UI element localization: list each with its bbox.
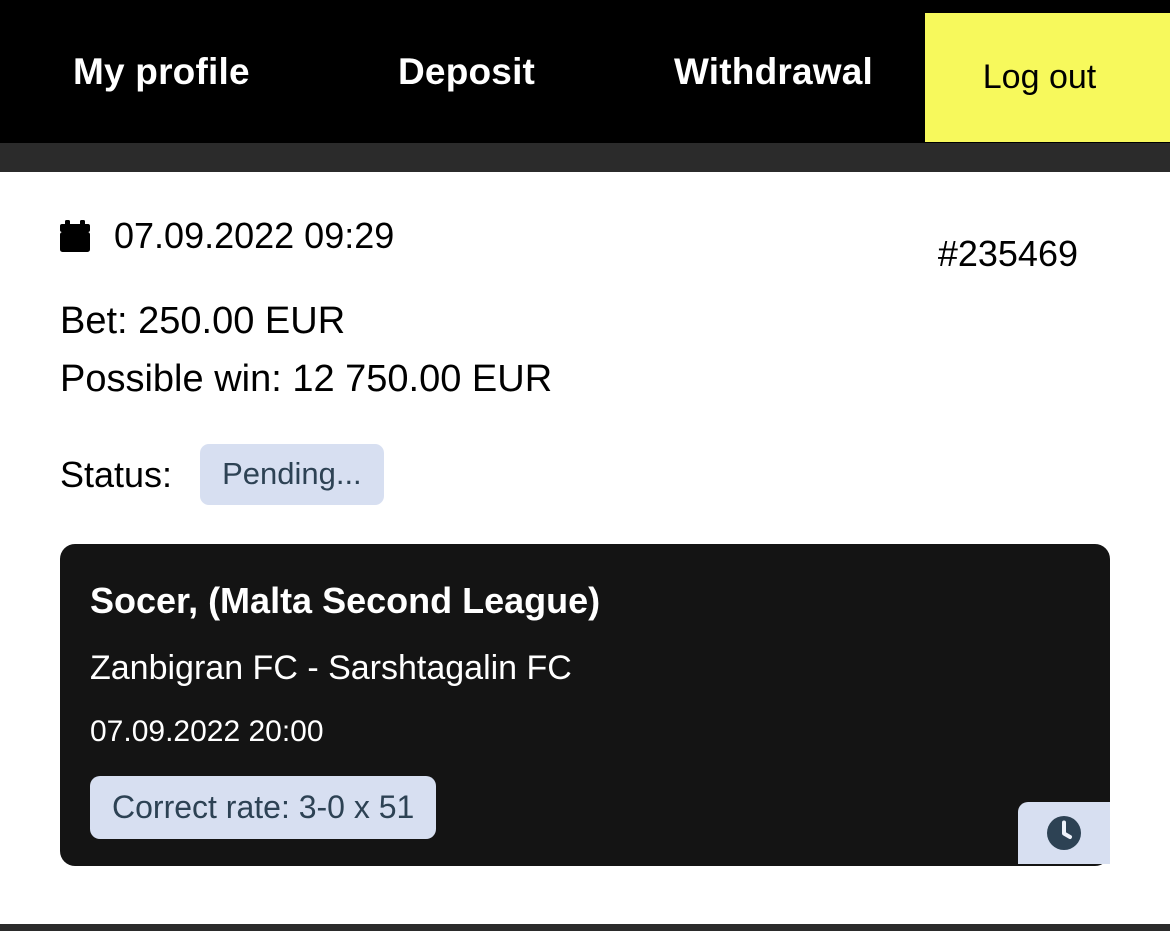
event-datetime: 07.09.2022 20:00 [90,715,324,748]
top-navigation-bar: My profile Deposit Withdrawal Log out [0,0,1170,143]
bet-possible-win: Possible win: 12 750.00 EUR [60,358,553,400]
event-card[interactable]: Socer, (Malta Second League) Zanbigran F… [60,544,1110,866]
event-pending-clock-badge [1018,802,1110,864]
event-rate-badge: Correct rate: 3-0 x 51 [90,776,437,839]
bet-id: #235469 [937,233,1078,274]
bottom-bar [0,924,1170,931]
sub-navigation-bar [0,143,1170,172]
clock-icon [1045,814,1083,852]
bet-placed-datetime: 07.09.2022 09:29 [114,215,395,256]
nav-item-deposit[interactable]: Deposit [398,50,535,94]
bet-status-badge: Pending... [200,444,384,505]
bet-datetime-row: 07.09.2022 09:29 [60,216,394,256]
calendar-icon [60,220,90,252]
bet-status-label: Status: [60,453,173,495]
event-teams: Zanbigran FC - Sarshtagalin FC [90,649,572,687]
bet-status-row: Status: Pending... [60,444,384,505]
bet-amount: Bet: 250.00 EUR [60,300,346,342]
nav-item-withdrawal[interactable]: Withdrawal [674,50,873,94]
event-league: Socer, (Malta Second League) [90,580,601,621]
logout-button[interactable]: Log out [925,13,1170,142]
nav-item-my-profile[interactable]: My profile [73,50,250,94]
